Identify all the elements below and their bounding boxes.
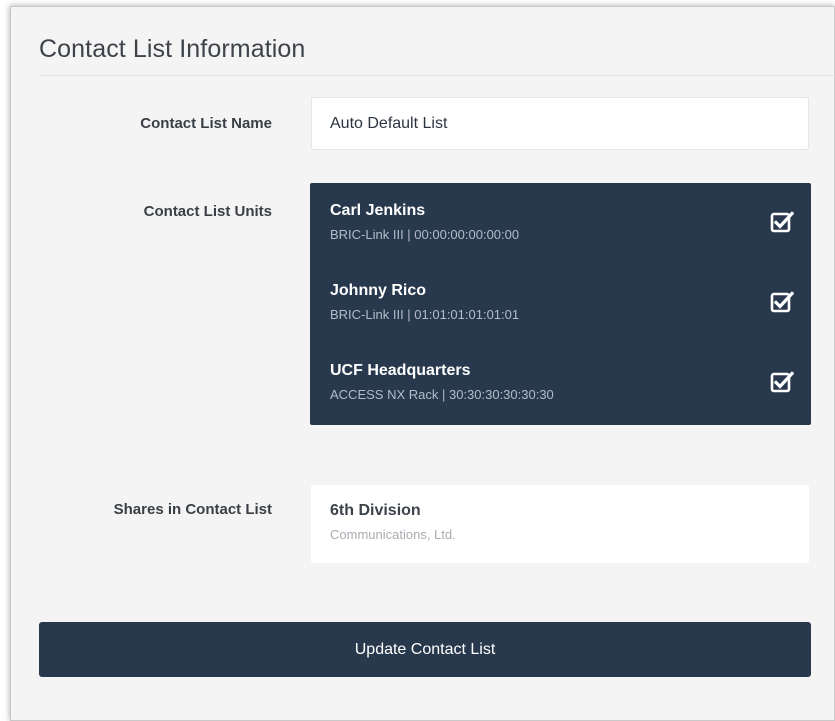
checked-square-icon[interactable]	[770, 290, 794, 314]
contact-list-name-label: Contact List Name	[140, 115, 272, 132]
unit-item[interactable]: Carl Jenkins BRIC-Link III | 00:00:00:00…	[330, 202, 794, 262]
update-contact-list-button[interactable]: Update Contact List	[39, 622, 811, 677]
unit-name: Johnny Rico	[330, 282, 427, 299]
unit-item[interactable]: UCF Headquarters ACCESS NX Rack | 30:30:…	[330, 362, 794, 422]
checked-square-icon[interactable]	[770, 210, 794, 234]
share-detail: Communications, Ltd.	[330, 527, 456, 542]
unit-detail: BRIC-Link III | 01:01:01:01:01:01	[330, 307, 520, 322]
unit-item[interactable]: Johnny Rico BRIC-Link III | 01:01:01:01:…	[330, 282, 794, 342]
unit-detail: BRIC-Link III | 00:00:00:00:00:00	[330, 227, 520, 242]
share-name: 6th Division	[330, 502, 421, 519]
unit-detail: ACCESS NX Rack | 30:30:30:30:30:30	[330, 387, 554, 402]
contact-list-units-box: Carl Jenkins BRIC-Link III | 00:00:00:00…	[310, 183, 811, 425]
panel-title: Contact List Information	[39, 35, 306, 63]
title-divider	[39, 75, 835, 76]
unit-name: UCF Headquarters	[330, 362, 471, 379]
checked-square-icon[interactable]	[770, 370, 794, 394]
shares-box: 6th Division Communications, Ltd.	[311, 485, 809, 563]
unit-name: Carl Jenkins	[330, 202, 426, 219]
contact-list-units-label: Contact List Units	[143, 203, 272, 220]
shares-in-contact-list-label: Shares in Contact List	[113, 501, 272, 518]
contact-list-name-input[interactable]	[311, 97, 809, 150]
